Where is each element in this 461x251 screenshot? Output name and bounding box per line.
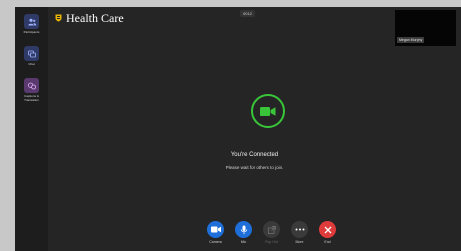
more-label: More <box>295 240 304 244</box>
end-control: End <box>317 221 338 244</box>
main-stage: Health Care 0012 Megan Murphy You're Con… <box>48 7 461 251</box>
self-view-tile[interactable]: Megan Murphy <box>395 10 456 46</box>
mic-icon <box>240 225 247 234</box>
call-controls: Camera Mic Pop Out More End <box>205 221 338 244</box>
self-view-name: Megan Murphy <box>397 37 425 43</box>
captions-icon <box>24 78 39 93</box>
camera-control: Camera <box>205 221 226 244</box>
sidebar-item-label: Captions & Translation <box>24 94 39 102</box>
connected-indicator <box>251 94 285 128</box>
camera-label: Camera <box>209 240 222 244</box>
sidebar-item-label: Participants <box>23 30 40 34</box>
connection-status-subtitle: Please wait for others to join. <box>225 165 284 170</box>
more-icon <box>295 228 304 231</box>
brand-name: Health Care <box>66 11 124 25</box>
end-label: End <box>324 240 331 244</box>
more-control: More <box>289 221 310 244</box>
sidebar: Participants Chat Captions & Translation <box>15 7 48 251</box>
sidebar-item-captions[interactable]: Captions & Translation <box>17 78 46 102</box>
more-button[interactable] <box>291 221 308 238</box>
camera-button[interactable] <box>207 221 224 238</box>
mic-control: Mic <box>233 221 254 244</box>
sidebar-item-chat[interactable]: Chat <box>17 46 46 67</box>
connection-status-title: You're Connected <box>230 152 279 158</box>
popout-icon <box>267 225 276 234</box>
popout-control: Pop Out <box>261 221 282 244</box>
brand: Health Care <box>55 11 124 25</box>
close-icon <box>324 226 331 233</box>
camera-icon <box>210 226 221 233</box>
chat-icon <box>24 46 39 61</box>
meeting-id: 0012 <box>240 10 255 17</box>
mic-button[interactable] <box>235 221 252 238</box>
video-call-window: Participants Chat Captions & Translation <box>15 7 461 251</box>
sidebar-item-participants[interactable]: Participants <box>17 14 46 35</box>
popout-button[interactable] <box>263 221 280 238</box>
people-icon <box>24 14 39 29</box>
video-camera-icon <box>260 106 276 116</box>
popout-label: Pop Out <box>265 240 278 244</box>
end-call-button[interactable] <box>319 221 336 238</box>
sidebar-item-label: Chat <box>28 62 35 66</box>
shield-logo-icon <box>55 14 62 22</box>
mic-label: Mic <box>240 240 247 244</box>
